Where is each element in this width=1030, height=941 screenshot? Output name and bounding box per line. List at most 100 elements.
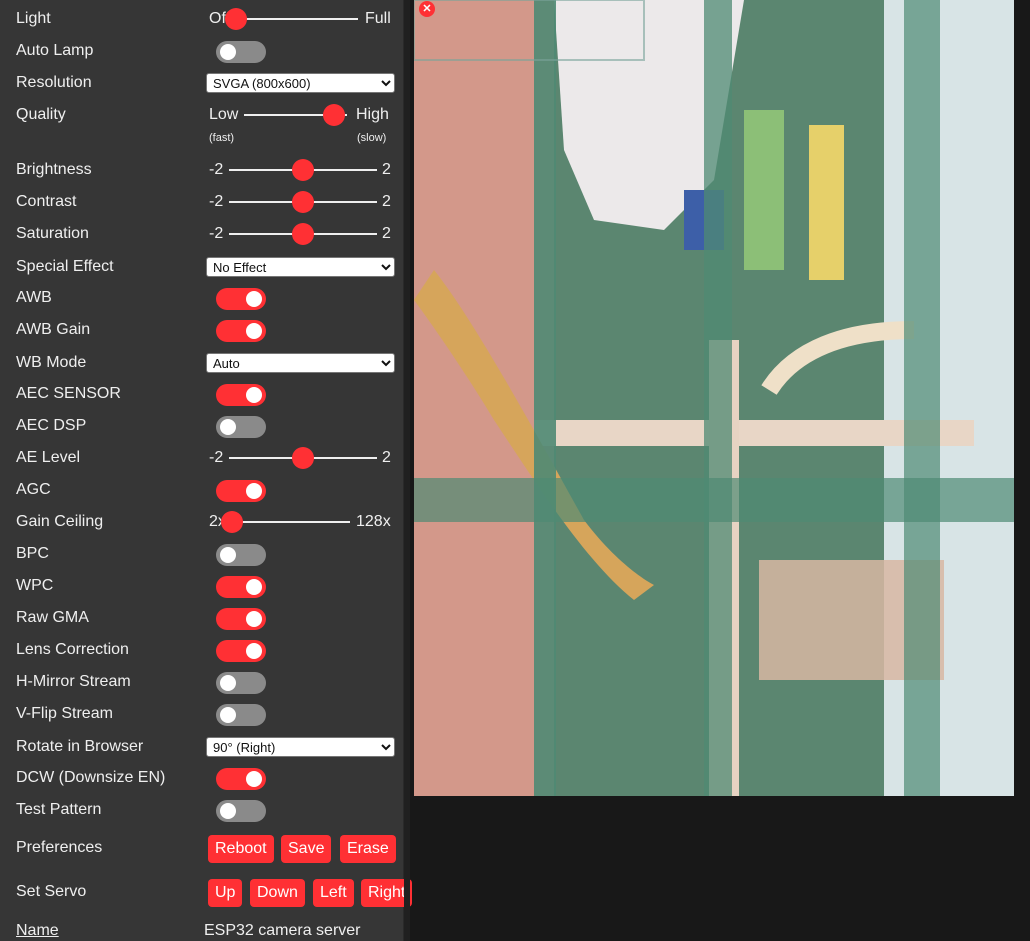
awb-gain-label: AWB Gain [16, 321, 91, 338]
toggle-knob [246, 323, 262, 339]
toggle-knob [246, 291, 262, 307]
quality-min-label: Low [209, 106, 239, 123]
aec-sensor-toggle[interactable] [216, 384, 266, 406]
h-mirror-label: H-Mirror Stream [16, 673, 131, 690]
aec-dsp-control: AEC DSP [16, 416, 396, 444]
wb-mode-select[interactable]: Auto [206, 353, 395, 373]
servo-down-button[interactable]: Down [250, 879, 305, 907]
agc-toggle[interactable] [216, 480, 266, 502]
brightness-min-label: -2 [209, 161, 224, 178]
toggle-knob [246, 771, 262, 787]
toggle-knob [220, 419, 236, 435]
scene-toy-yellow [809, 125, 844, 280]
save-button[interactable]: Save [281, 835, 332, 863]
erase-button[interactable]: Erase [340, 835, 396, 863]
scene-bar [904, 0, 940, 796]
wpc-control: WPC [16, 576, 396, 604]
lens-correction-label: Lens Correction [16, 641, 129, 658]
resolution-control: Resolution SVGA (800x600) [16, 73, 396, 101]
quality-max-label: High [356, 106, 389, 123]
lens-correction-control: Lens Correction [16, 640, 396, 668]
light-slider[interactable] [225, 8, 358, 30]
aec-dsp-toggle[interactable] [216, 416, 266, 438]
brightness-max-label: 2 [382, 161, 391, 178]
h-mirror-control: H-Mirror Stream [16, 672, 396, 700]
wpc-label: WPC [16, 577, 54, 594]
awb-gain-toggle[interactable] [216, 320, 266, 342]
h-mirror-toggle[interactable] [216, 672, 266, 694]
servo-label: Set Servo [16, 883, 87, 900]
toggle-knob [220, 803, 236, 819]
toggle-knob [220, 547, 236, 563]
contrast-control: Contrast -2 2 [16, 191, 396, 220]
raw-gma-control: Raw GMA [16, 608, 396, 636]
brightness-slider[interactable] [229, 159, 377, 181]
contrast-slider-thumb[interactable] [292, 191, 314, 213]
servo-up-button[interactable]: Up [208, 879, 243, 907]
contrast-slider[interactable] [229, 191, 377, 213]
brightness-slider-thumb[interactable] [292, 159, 314, 181]
special-effect-select[interactable]: No Effect [206, 257, 395, 277]
saturation-slider-thumb[interactable] [292, 223, 314, 245]
quality-min-sublabel: (fast) [209, 132, 235, 144]
name-label[interactable]: Name [16, 921, 59, 941]
ae-level-slider-thumb[interactable] [292, 447, 314, 469]
preferences-control: Preferences Reboot Save Erase [16, 835, 396, 863]
toggle-knob [220, 44, 236, 60]
gain-ceiling-label: Gain Ceiling [16, 513, 104, 530]
gain-ceiling-slider-thumb[interactable] [221, 511, 243, 533]
awb-toggle[interactable] [216, 288, 266, 310]
agc-label: AGC [16, 481, 51, 498]
camera-stream-image [414, 0, 1014, 796]
scene-toy-green [744, 110, 784, 270]
saturation-max-label: 2 [382, 225, 391, 242]
auto-lamp-control: Auto Lamp [16, 41, 396, 69]
resolution-select[interactable]: SVGA (800x600) [206, 73, 395, 93]
stream-scene [414, 0, 1014, 796]
auto-lamp-label: Auto Lamp [16, 42, 94, 59]
ae-level-slider[interactable] [229, 447, 377, 469]
bpc-control: BPC [16, 544, 396, 572]
raw-gma-toggle[interactable] [216, 608, 266, 630]
camera-app: Light Off Full Auto Lamp Resolution SVGA… [0, 0, 1030, 941]
light-slider-thumb[interactable] [225, 8, 247, 30]
light-control: Light Off Full [16, 8, 396, 37]
bpc-toggle[interactable] [216, 544, 266, 566]
reboot-button[interactable]: Reboot [208, 835, 274, 863]
rotate-label: Rotate in Browser [16, 738, 144, 755]
brightness-control: Brightness -2 2 [16, 159, 396, 188]
auto-lamp-toggle[interactable] [216, 41, 266, 63]
brightness-label: Brightness [16, 161, 92, 178]
toggle-knob [246, 387, 262, 403]
light-label: Light [16, 10, 51, 27]
quality-slider[interactable] [244, 104, 347, 126]
aec-sensor-label: AEC SENSOR [16, 385, 121, 402]
test-pattern-label: Test Pattern [16, 801, 102, 818]
lens-correction-toggle[interactable] [216, 640, 266, 662]
close-stream-button[interactable]: ✕ [419, 1, 435, 17]
dcw-toggle[interactable] [216, 768, 266, 790]
ae-level-min-label: -2 [209, 449, 224, 466]
v-flip-toggle[interactable] [216, 704, 266, 726]
quality-slider-thumb[interactable] [322, 104, 345, 126]
aec-sensor-control: AEC SENSOR [16, 384, 396, 412]
rotate-select[interactable]: 90° (Right) [206, 737, 395, 757]
gain-ceiling-max-label: 128x [356, 513, 391, 530]
ae-level-control: AE Level -2 2 [16, 447, 396, 476]
wpc-toggle[interactable] [216, 576, 266, 598]
awb-control: AWB [16, 288, 396, 316]
rotate-control: Rotate in Browser 90° (Right) [16, 737, 396, 765]
settings-panel: Light Off Full Auto Lamp Resolution SVGA… [0, 0, 413, 941]
ae-level-label: AE Level [16, 449, 81, 466]
name-value: ESP32 camera server [204, 922, 361, 939]
preferences-label: Preferences [16, 839, 103, 856]
test-pattern-toggle[interactable] [216, 800, 266, 822]
aec-dsp-label: AEC DSP [16, 417, 87, 434]
saturation-slider[interactable] [229, 223, 377, 245]
toggle-knob [246, 611, 262, 627]
ae-level-max-label: 2 [382, 449, 391, 466]
servo-left-button[interactable]: Left [313, 879, 354, 907]
light-max-label: Full [365, 10, 391, 27]
gain-ceiling-slider[interactable] [221, 511, 350, 533]
scene-bar [704, 0, 732, 796]
